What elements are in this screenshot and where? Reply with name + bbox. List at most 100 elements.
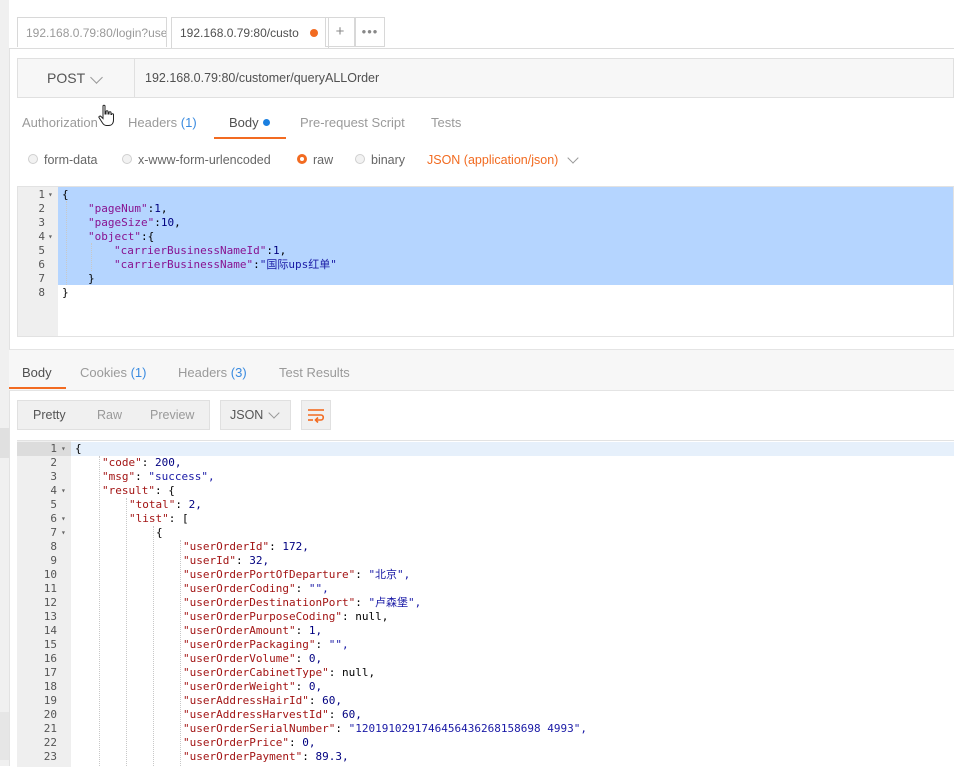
json-separator: : (154, 484, 169, 497)
json-key: "userOrderPayment" (183, 750, 303, 763)
fold-arrow-icon[interactable]: ▾ (61, 526, 66, 540)
json-key: "list" (129, 512, 169, 525)
code-text: "carrierBusinessName":"国际ups红单" (114, 258, 337, 271)
code-text: "list": [ (129, 512, 189, 526)
json-key: "userOrderVolume" (183, 652, 296, 665)
line-number: 1 (38, 188, 45, 201)
format-select[interactable]: JSON (220, 400, 291, 430)
method-label: POST (47, 70, 86, 86)
json-key: "userOrderPortOfDeparture" (183, 568, 356, 581)
more-tabs-button[interactable]: ••• (355, 17, 385, 47)
code-text: "userOrderPackaging": "", (183, 638, 349, 652)
wrap-lines-button[interactable] (301, 400, 331, 430)
view-mode-group: Pretty Raw Preview (17, 400, 210, 430)
fold-arrow-icon[interactable]: ▾ (61, 442, 66, 456)
fold-arrow-icon[interactable]: ▾ (61, 484, 66, 498)
radio-raw[interactable]: raw (297, 153, 333, 167)
tab-test-results[interactable]: Test Results (279, 365, 350, 380)
line-number: 21 (43, 722, 57, 735)
tab-label: 192.168.0.79:80/login?userr (26, 26, 167, 40)
request-body-editor[interactable]: 1 ▾{ 2 "pageNum":1, 3 "pageSize":10, 4 ▾ "obj… (17, 186, 954, 337)
method-select[interactable]: POST (18, 59, 135, 97)
code-text: "userOrderPrice": 0, (183, 736, 315, 750)
code-text: "pageNum":1, (88, 202, 168, 215)
json-key: "carrierBusinessName" (114, 258, 254, 271)
tab-authorization[interactable]: Authorization (22, 115, 98, 130)
view-pretty-button[interactable]: Pretty (33, 408, 66, 422)
radio-circle (355, 154, 365, 164)
line-number: 3 (38, 216, 45, 229)
json-separator: : (235, 554, 250, 567)
json-value: 1 (154, 202, 161, 215)
json-separator: : (295, 652, 309, 665)
json-value: "success", (148, 470, 215, 483)
tab-body-label: Body (229, 115, 259, 130)
json-value: 200, (155, 456, 182, 469)
line-number: 14 (43, 624, 57, 637)
request-tab-login[interactable]: 192.168.0.79:80/login?userr (17, 17, 167, 47)
code-text: "userId": 32, (183, 554, 269, 568)
active-tab-underline (214, 137, 286, 139)
view-raw-button[interactable]: Raw (97, 408, 122, 422)
json-key: "object" (88, 230, 141, 243)
indent-guide (153, 526, 154, 767)
radio-binary[interactable]: binary (355, 153, 405, 167)
view-preview-button[interactable]: Preview (150, 408, 194, 422)
tab-body[interactable]: Body (229, 115, 270, 130)
json-separator: : (141, 456, 155, 469)
line-number: 11 (43, 582, 57, 595)
tab-label: 192.168.0.79:80/custo (180, 26, 299, 40)
code-text: "userOrderAmount": 1, (183, 624, 322, 638)
json-value: null, (341, 666, 376, 679)
line-number: 2 (38, 202, 45, 215)
line-number: 6 (50, 512, 57, 525)
code-text: "object":{ (88, 230, 155, 243)
line-number: 23 (43, 750, 57, 763)
json-separator: : (328, 708, 342, 721)
sidebar-marker (0, 428, 9, 458)
json-key: "userOrderAmount" (183, 624, 296, 637)
headers-count: (3) (230, 365, 247, 380)
tab-prerequest-script[interactable]: Pre-request Script (300, 115, 405, 130)
json-value: 2, (188, 498, 202, 511)
json-separator: : (135, 470, 149, 483)
radio-x-www-form-urlencoded[interactable]: x-www-form-urlencoded (122, 153, 271, 167)
json-value: "", (328, 638, 349, 651)
json-value: 60, (341, 708, 362, 721)
response-body-viewer[interactable]: 1 ▾{2 "code": 200, 3 "msg": "success", 4 ▾ "res… (17, 440, 954, 767)
line-number: 7 (50, 526, 57, 539)
tab-response-headers[interactable]: Headers (3) (178, 365, 247, 380)
code-text: "userOrderWeight": 0, (183, 680, 322, 694)
line-number: 8 (38, 286, 45, 299)
code-text: } (88, 272, 95, 285)
request-tab-customer[interactable]: 192.168.0.79:80/custo (171, 17, 329, 48)
json-key: "userOrderSerialNumber" (183, 722, 336, 735)
json-separator: : (308, 694, 323, 707)
code-text: "userOrderCabinetType": null, (183, 666, 375, 680)
chevron-down-icon[interactable] (567, 152, 579, 164)
new-tab-button[interactable]: + (325, 17, 355, 47)
line-number: 3 (50, 470, 57, 483)
radio-form-data[interactable]: form-data (28, 153, 98, 167)
fold-arrow-icon[interactable]: ▾ (48, 230, 53, 244)
fold-arrow-icon[interactable]: ▾ (61, 512, 66, 526)
line-number: 7 (38, 272, 45, 285)
tab-cookies[interactable]: Cookies (1) (80, 365, 146, 380)
line-number: 10 (43, 568, 57, 581)
json-value: "", (308, 582, 329, 595)
indent-guide (180, 540, 181, 767)
json-separator: : (328, 666, 342, 679)
fold-arrow-icon[interactable]: ▾ (48, 188, 53, 202)
tab-response-body[interactable]: Body (22, 365, 52, 380)
tab-headers[interactable]: Headers (1) (128, 115, 197, 130)
code-text: "pageSize":10, (88, 216, 181, 229)
content-type-select[interactable]: JSON (application/json) (427, 153, 558, 167)
url-input[interactable]: 192.168.0.79:80/customer/queryALLOrder (145, 59, 379, 97)
code-text: "userOrderPortOfDeparture": "北京", (183, 568, 410, 582)
code-text: "userOrderSerialNumber": "12019102917464… (183, 722, 587, 736)
code-text: "result": { (102, 484, 175, 498)
radio-label: x-www-form-urlencoded (138, 153, 271, 167)
line-number: 4 (38, 230, 45, 243)
code-text: "userAddressHairId": 60, (183, 694, 342, 708)
tab-tests[interactable]: Tests (431, 115, 461, 130)
